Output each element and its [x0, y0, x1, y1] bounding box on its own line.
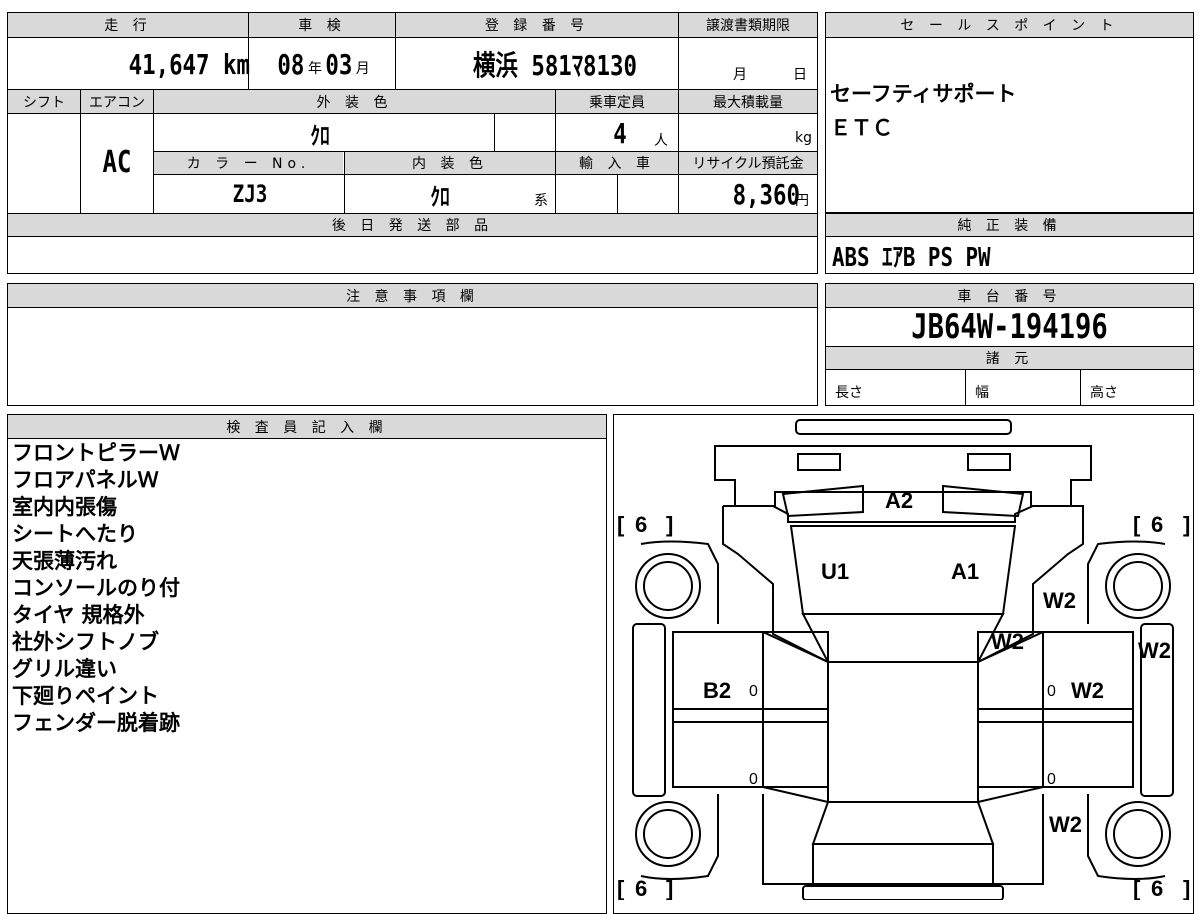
list-item: コンソールのり付 [12, 576, 180, 600]
import-header: 輸 入 車 [556, 152, 678, 174]
length-label: 長さ [835, 385, 863, 401]
interior-color-suffix: 系 [534, 193, 548, 209]
later-parts-header: 後 日 発 送 部 品 [8, 214, 817, 236]
spec-header: 諸 元 [826, 347, 1193, 369]
car-diagram: [] [] [] [] 6 6 6 6 A2 U1 A1 W2 W2 W2 B2… [617, 419, 1190, 900]
wiper-right-shape [942, 484, 1025, 518]
recycle-header: リサイクル預託金 [679, 152, 817, 174]
tire-rr-grade: 6 [1151, 876, 1163, 900]
interior-color-value: ｸﾛ [430, 182, 450, 211]
mileage-value: 41,647 [128, 47, 210, 81]
svg-text:[: [ [617, 876, 625, 900]
mark-w2-right-side: W2 [1138, 638, 1171, 663]
zero-mark: 0 [1047, 771, 1056, 788]
rear-window-shape [811, 801, 995, 845]
tire-rl-grade: 6 [635, 876, 647, 900]
mark-a2: A2 [885, 488, 913, 513]
list-item: 下廻りペイント [12, 684, 159, 708]
shift-header: シフト [8, 90, 80, 113]
list-item: タイヤ 規格外 [12, 603, 145, 627]
mark-a1: A1 [951, 559, 979, 584]
wiper-left-shape [781, 484, 864, 518]
tire-fr-grade: 6 [1151, 512, 1163, 537]
exterior-color-header: 外 装 色 [154, 90, 555, 113]
mark-w2-pillar: W2 [991, 629, 1024, 654]
width-label: 幅 [975, 385, 989, 401]
tire-fl-grade: 6 [635, 512, 647, 537]
aircon-header: エアコン [81, 90, 153, 113]
light-left-shape [797, 453, 841, 471]
front-bumper-shape [795, 419, 1012, 435]
rear-bumper-shape [802, 885, 1004, 900]
inspection-header: 車 検 [249, 13, 395, 37]
capacity-header: 乗車定員 [556, 90, 678, 113]
list-item: 室内内張傷 [12, 495, 117, 519]
mark-w2-door: W2 [1071, 678, 1104, 703]
svg-text:]: ] [666, 876, 673, 900]
aircon-value: AC [102, 144, 132, 180]
left-side-strip-shape [632, 623, 666, 797]
list-item: フロントピラーＷ [12, 441, 180, 465]
sales-point-item: セーフティサポート [830, 82, 1017, 106]
equipment-value: ABS ｴｱB PS PW [832, 242, 991, 273]
list-item: 天張薄汚れ [12, 549, 117, 573]
tire-rl-shape [635, 801, 701, 867]
transfer-doc-header: 譲渡書類期限 [679, 13, 817, 37]
list-item: フロアパネルＷ [12, 468, 159, 492]
svg-text:]: ] [666, 512, 673, 537]
roof-shape [827, 661, 979, 803]
list-item: グリル違い [12, 657, 117, 681]
equipment-header: 純 正 装 備 [826, 214, 1193, 236]
sales-points-header: セ ー ル ス ポ イ ン ト [826, 13, 1193, 37]
capacity-value: 4 [613, 116, 627, 150]
sales-point-item: ＥＴＣ [830, 116, 893, 140]
list-item: 社外シフトノブ [12, 630, 159, 654]
max-load-unit: kg [795, 130, 812, 146]
mileage-header: 走 行 [8, 13, 248, 37]
mileage-unit: km [223, 47, 250, 81]
svg-text:[: [ [1133, 512, 1141, 537]
recycle-fee-unit: 円 [795, 193, 809, 209]
svg-text:[: [ [1133, 876, 1141, 900]
tire-fr-shape [1105, 553, 1171, 619]
inspection-month: 03 [325, 47, 353, 81]
inspection-year: 08 [277, 47, 305, 81]
zero-mark: 0 [749, 771, 758, 788]
svg-text:]: ] [1183, 876, 1190, 900]
chassis-number: JB64W-194196 [911, 307, 1108, 347]
recycle-fee-value: 8,360 [732, 177, 800, 211]
caution-header: 注 意 事 項 欄 [8, 284, 817, 307]
zero-mark: 0 [1047, 683, 1056, 700]
max-load-header: 最大積載量 [679, 90, 817, 113]
svg-text:]: ] [1183, 512, 1190, 537]
capacity-unit: 人 [654, 133, 668, 149]
month-unit: 月 [355, 61, 370, 77]
inspector-header: 検 査 員 記 入 欄 [8, 415, 606, 438]
color-no-header: カ ラ ー No. [154, 152, 343, 174]
chassis-header: 車 台 番 号 [826, 284, 1193, 307]
color-no-value: ZJ3 [232, 180, 268, 208]
mark-u1: U1 [821, 559, 849, 584]
tire-fl-shape [635, 553, 701, 619]
inspector-notes-list: フロントピラーＷ フロアパネルＷ 室内内張傷 シートへたり 天張薄汚れ コンソー… [12, 440, 180, 737]
list-item: フェンダー脱着跡 [12, 711, 180, 735]
transfer-day-unit: 日 [793, 67, 807, 83]
year-unit: 年 [308, 61, 322, 77]
roof-front-shape [801, 613, 1005, 663]
height-label: 高さ [1090, 385, 1118, 401]
interior-color-header: 内 装 色 [345, 152, 555, 174]
registration-number: 横浜 581ﾏ8130 [473, 49, 637, 82]
exterior-color-value: ｸﾛ [310, 121, 330, 150]
transfer-month-unit: 月 [733, 67, 747, 83]
tire-rr-shape [1105, 801, 1171, 867]
zero-mark: 0 [749, 683, 758, 700]
mark-w2-rear: W2 [1049, 812, 1082, 837]
registration-header: 登 録 番 号 [396, 13, 678, 37]
list-item: シートへたり [12, 522, 138, 546]
light-right-shape [967, 453, 1011, 471]
rear-gate-shape [812, 843, 994, 885]
svg-text:[: [ [617, 512, 625, 537]
mark-b2: B2 [703, 678, 731, 703]
mark-w2-right-upper: W2 [1043, 588, 1076, 613]
